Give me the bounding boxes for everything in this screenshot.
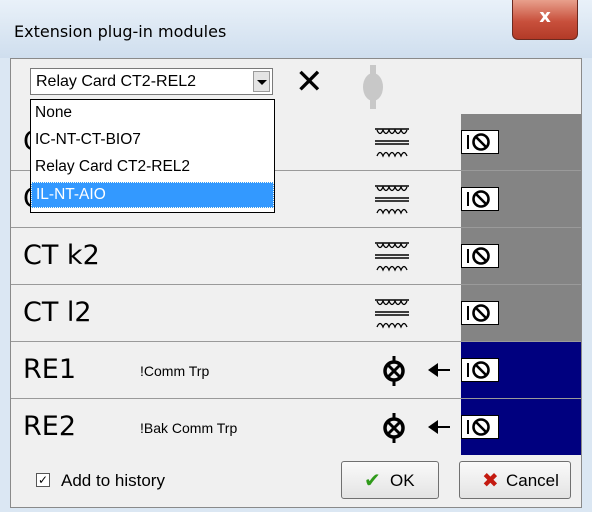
current-transformer-icon	[373, 299, 411, 329]
io-row-name: CT l2	[23, 297, 92, 328]
terminal-icon	[461, 130, 499, 154]
remove-module-icon[interactable]: ✕	[295, 65, 324, 99]
relay-output-icon	[377, 413, 411, 443]
terminal-icon	[461, 415, 499, 439]
module-dropdown-list: None IC-NT-CT-BIO7 Relay Card CT2-REL2 IL-N…	[30, 99, 275, 213]
io-row[interactable]: RE2 !Bak Comm Trp	[11, 399, 581, 456]
dialog-window: Extension plug-in modules x Relay Card C…	[0, 0, 592, 512]
add-history-checkbox[interactable]: ✓	[36, 473, 50, 487]
io-row[interactable]: CT l2	[11, 285, 581, 342]
close-button[interactable]: x	[512, 0, 578, 40]
chevron-down-icon[interactable]	[253, 71, 270, 92]
io-row[interactable]: RE1 !Comm Trp	[11, 342, 581, 399]
module-select[interactable]: Relay Card CT2-REL2	[30, 68, 273, 95]
dropdown-option[interactable]: Relay Card CT2-REL2	[31, 155, 274, 181]
dropdown-option[interactable]: IC-NT-CT-BIO7	[31, 128, 274, 154]
dialog-client-area: Relay Card CT2-REL2 ✕ CT k1CT l1CT k2CT …	[10, 58, 582, 508]
io-assignment-cell[interactable]	[461, 285, 581, 341]
io-assignment-cell[interactable]	[461, 399, 581, 455]
ok-label: OK	[390, 471, 415, 490]
terminal-icon	[461, 187, 499, 211]
dropdown-option[interactable]: None	[31, 101, 274, 127]
io-assignment-cell[interactable]	[461, 342, 581, 398]
add-history-label: Add to history	[61, 471, 165, 490]
terminal-icon	[461, 244, 499, 268]
plug-icon[interactable]	[353, 65, 393, 109]
terminal-icon	[461, 301, 499, 325]
window-title: Extension plug-in modules	[14, 22, 227, 41]
io-row-function: !Comm Trp	[140, 363, 210, 379]
close-icon: x	[539, 6, 551, 27]
cancel-button[interactable]: ✖ Cancel	[459, 461, 571, 499]
cancel-label: Cancel	[506, 471, 559, 490]
io-assignment-cell[interactable]	[461, 171, 581, 227]
io-row-function: !Bak Comm Trp	[140, 420, 238, 436]
current-transformer-icon	[373, 242, 411, 272]
red-x-icon: ✖	[482, 468, 499, 492]
checkmark-icon: ✔	[364, 468, 381, 492]
ok-button[interactable]: ✔ OK	[341, 461, 439, 499]
dropdown-option[interactable]: IL-NT-AIO	[31, 182, 274, 208]
io-row-name: CT k2	[23, 240, 100, 271]
title-bar[interactable]: Extension plug-in modules x	[0, 0, 592, 58]
io-assignment-cell[interactable]	[461, 114, 581, 170]
terminal-icon	[461, 358, 499, 382]
current-transformer-icon	[373, 185, 411, 215]
dialog-footer: ✓ Add to history ✔ OK ✖ Cancel	[11, 455, 581, 507]
module-select-value: Relay Card CT2-REL2	[36, 73, 197, 90]
arrow-left-icon	[427, 359, 451, 381]
relay-output-icon	[377, 356, 411, 386]
arrow-left-icon	[427, 416, 451, 438]
io-row[interactable]: CT k2	[11, 228, 581, 285]
io-row-name: RE2	[23, 411, 76, 442]
current-transformer-icon	[373, 128, 411, 158]
io-row-name: RE1	[23, 354, 76, 385]
io-assignment-cell[interactable]	[461, 228, 581, 284]
